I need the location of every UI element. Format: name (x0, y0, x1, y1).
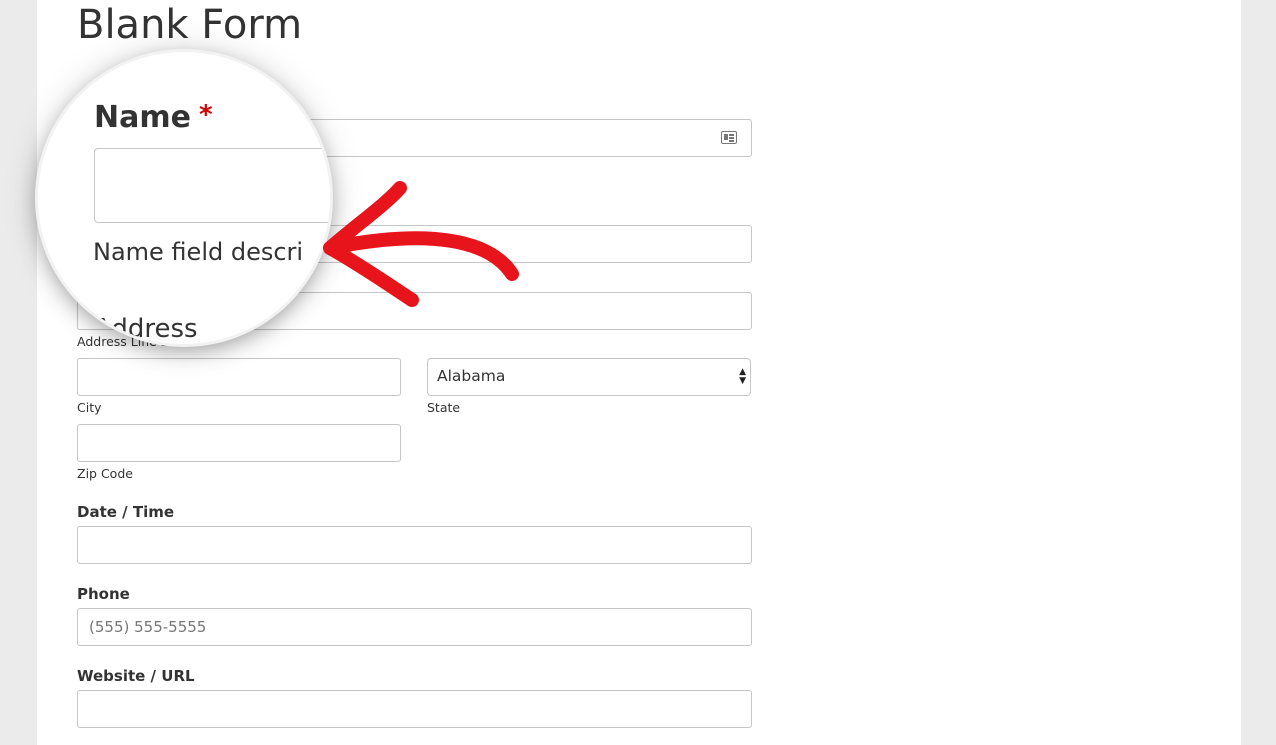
magnified-name-description: Name field descri (93, 238, 304, 266)
city-label: City (77, 400, 102, 415)
contact-card-icon (721, 131, 737, 144)
website-input[interactable] (77, 690, 752, 728)
zip-code-input[interactable] (77, 424, 401, 462)
state-select[interactable]: Alabama ▲ ▼ (427, 358, 751, 396)
phone-label: Phone (77, 585, 130, 603)
magnifier-callout: Name * Name field descri Address (38, 52, 330, 344)
datetime-label: Date / Time (77, 503, 175, 521)
required-asterisk: * (198, 100, 213, 130)
datetime-input[interactable] (77, 526, 752, 564)
select-arrows-icon: ▲ ▼ (739, 367, 746, 386)
magnified-cut-text: Address (94, 314, 198, 344)
magnified-name-label: Name * (94, 100, 213, 135)
zip-code-label: Zip Code (77, 466, 133, 481)
state-label: State (427, 400, 461, 415)
phone-input[interactable]: (555) 555-5555 (77, 608, 752, 646)
magnified-name-text: Name (94, 100, 191, 135)
city-input[interactable] (77, 358, 401, 396)
magnified-name-input (94, 148, 330, 223)
website-label: Website / URL (77, 667, 195, 685)
phone-placeholder: (555) 555-5555 (89, 618, 207, 636)
state-select-value: Alabama (437, 367, 506, 385)
form-title: Blank Form (77, 2, 303, 48)
